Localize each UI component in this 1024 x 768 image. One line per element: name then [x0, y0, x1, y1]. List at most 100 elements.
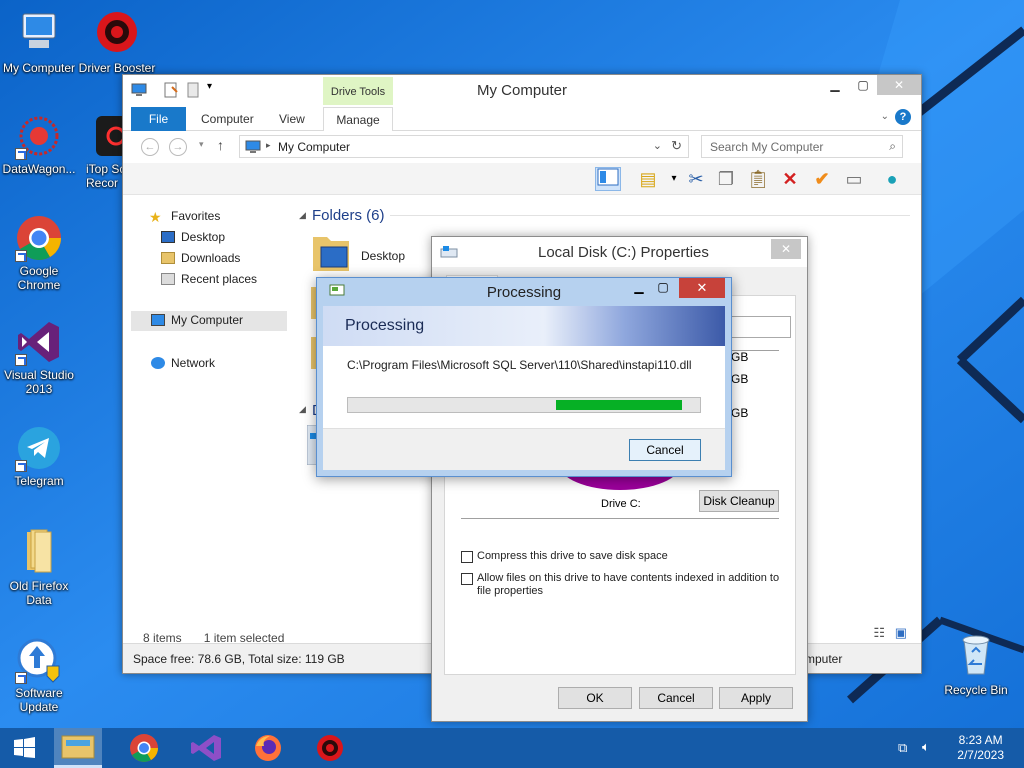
desktop-folder-icon[interactable] — [311, 231, 351, 273]
search-placeholder: Search My Computer — [710, 140, 824, 154]
desktop-icon-software-update[interactable]: Software Update — [0, 636, 78, 714]
drive-label: Drive C: — [601, 498, 641, 510]
preview-pane-icon[interactable] — [595, 167, 621, 191]
delete-icon[interactable]: ✕ — [777, 167, 803, 191]
folder-label-desktop[interactable]: Desktop — [361, 249, 405, 263]
minimize-button[interactable]: ▁ — [627, 280, 651, 298]
desktop-icon-datawagon[interactable]: DataWagon... — [0, 112, 78, 176]
desktop-icon-label: My Computer — [2, 61, 76, 75]
navigation-pane: ★ Favorites Desktop Downloads Recent plac… — [123, 197, 293, 617]
tab-view[interactable]: View — [267, 107, 317, 131]
properties-icon[interactable]: ▤ — [635, 167, 661, 191]
forward-icon[interactable]: → — [169, 138, 187, 156]
address-bar[interactable]: ▸ My Computer ⌄ ↻ — [239, 135, 689, 158]
desktop-icon-recycle-bin[interactable]: Recycle Bin — [936, 630, 1016, 697]
desktop-icon-chrome[interactable]: Google Chrome — [0, 214, 78, 292]
processing-dialog[interactable]: Processing ▁ ▢ ✕ Processing C:\Program F… — [316, 277, 732, 477]
system-clock[interactable]: 8:23 AM 2/7/2023 — [957, 733, 1004, 763]
taskbar-chrome-icon[interactable] — [124, 732, 164, 764]
explorer-titlebar[interactable]: ▾ Drive Tools My Computer ▁ ▢ ✕ — [123, 75, 921, 105]
nav-favorites[interactable]: ★ Favorites — [149, 209, 220, 225]
disk-cleanup-button[interactable]: Disk Cleanup — [699, 490, 779, 512]
desktop-icon-telegram[interactable]: Telegram — [0, 424, 78, 488]
large-icons-view-icon[interactable]: ▣ — [895, 625, 907, 641]
cancel-button[interactable]: Cancel — [639, 687, 713, 709]
nav-my-computer[interactable]: My Computer — [131, 311, 287, 331]
cancel-button[interactable]: Cancel — [629, 439, 701, 461]
paste-icon[interactable]: 📋︎ — [745, 167, 771, 191]
desktop-icon-label-2: Recor — [86, 176, 119, 190]
start-windows-icon[interactable] — [4, 732, 44, 764]
desktop-icon-label: Recycle Bin — [944, 683, 1008, 697]
desktop-icon-label: Old Firefox — [9, 579, 69, 593]
desktop-icon-old-firefox-data[interactable]: Old Firefox Data — [0, 526, 78, 607]
properties-titlebar[interactable]: Local Disk (C:) Properties ✕ — [432, 237, 807, 267]
volume-icon[interactable]: 🔈︎ — [922, 739, 930, 755]
close-button[interactable]: ✕ — [771, 239, 801, 259]
desktop-icon-label: DataWagon... — [2, 162, 76, 176]
minimize-button[interactable]: ▁ — [821, 75, 849, 95]
tab-file[interactable]: File — [131, 107, 186, 131]
tab-computer[interactable]: Computer — [189, 107, 266, 131]
ribbon-tabs: File Computer View Manage ⌄ ? — [123, 105, 921, 131]
computer-icon — [151, 314, 165, 326]
nav-label: Network — [171, 356, 216, 370]
maximize-button[interactable]: ▢ — [849, 75, 877, 95]
nav-recent[interactable]: Recent places — [161, 272, 257, 286]
nav-label: Downloads — [181, 251, 241, 265]
details-view-icon[interactable]: ☷ — [873, 625, 885, 641]
network-status-icon[interactable]: ⧉ — [898, 740, 907, 756]
processing-titlebar[interactable]: Processing ▁ ▢ ✕ — [317, 278, 731, 306]
folders-group-header[interactable]: Folders (6) — [312, 207, 385, 224]
properties-title: Local Disk (C:) Properties — [538, 244, 709, 261]
cut-icon[interactable]: ✂ — [683, 167, 709, 191]
shortcut-arrow-icon — [15, 250, 27, 262]
desktop-icon-label: Google — [19, 264, 59, 278]
back-icon[interactable]: ← — [141, 138, 159, 156]
taskbar-explorer[interactable] — [54, 728, 102, 768]
allow-indexing-checkbox[interactable]: Allow files on this drive to have conten… — [461, 572, 779, 598]
nav-network[interactable]: Network — [151, 356, 215, 370]
volume-label-field[interactable] — [725, 316, 791, 338]
taskbar-visual-studio-icon[interactable] — [186, 732, 226, 764]
recent-locations-icon[interactable]: ▾ — [199, 139, 204, 150]
nav-desktop[interactable]: Desktop — [161, 230, 225, 244]
desktop-icon-visual-studio[interactable]: Visual Studio 2013 — [0, 318, 78, 396]
expand-ribbon-icon[interactable]: ⌄ — [881, 111, 889, 122]
compress-drive-checkbox[interactable]: Compress this drive to save disk space — [461, 550, 668, 563]
ok-button[interactable]: OK — [558, 687, 632, 709]
network-icon — [151, 357, 165, 369]
taskbar-driver-booster-icon[interactable] — [310, 732, 350, 764]
taskbar-firefox-icon[interactable] — [248, 732, 288, 764]
copy-icon[interactable]: ❐ — [713, 167, 739, 191]
checkbox-label-2: file properties — [477, 585, 544, 597]
close-button[interactable]: ✕ — [877, 75, 921, 95]
desktop-icon-label-2: Update — [19, 700, 59, 714]
search-input[interactable]: Search My Computer ⌕ — [701, 135, 903, 158]
network-globe-icon[interactable]: ● — [879, 167, 905, 191]
desktop-icon-itop[interactable]: iTop Sc Recor — [86, 112, 126, 190]
itop-recorder-icon — [96, 116, 126, 156]
refresh-icon[interactable]: ↻ — [671, 138, 682, 154]
collapse-icon[interactable]: ◢ — [299, 210, 306, 221]
checkbox-box[interactable] — [461, 573, 473, 585]
desktop-icon-my-computer[interactable]: My Computer — [0, 8, 78, 75]
breadcrumb-chevron-icon[interactable]: ▸ — [266, 140, 271, 151]
rename-check-icon[interactable]: ✔ — [809, 167, 835, 191]
desktop-icon-label-2: Chrome — [17, 278, 61, 292]
help-icon[interactable]: ? — [895, 109, 911, 125]
up-icon[interactable]: ↑ — [217, 137, 224, 153]
collapse-icon[interactable]: ◢ — [299, 404, 306, 415]
apply-button[interactable]: Apply — [719, 687, 793, 709]
close-button[interactable]: ✕ — [679, 278, 725, 298]
checkbox-box[interactable] — [461, 551, 473, 563]
tab-manage[interactable]: Manage — [323, 107, 393, 131]
address-dropdown-icon[interactable]: ⌄ — [653, 139, 662, 152]
address-row: ← → ▾ ↑ ▸ My Computer ⌄ ↻ Search My Comp… — [123, 131, 921, 163]
select-icon[interactable]: ▭ — [841, 167, 867, 191]
nav-downloads[interactable]: Downloads — [161, 251, 240, 265]
maximize-button[interactable]: ▢ — [651, 280, 675, 298]
desktop-icon-label-2: Data — [26, 593, 52, 607]
desktop-icon-label: Driver Booster — [78, 61, 156, 75]
progress-fill — [555, 400, 683, 410]
